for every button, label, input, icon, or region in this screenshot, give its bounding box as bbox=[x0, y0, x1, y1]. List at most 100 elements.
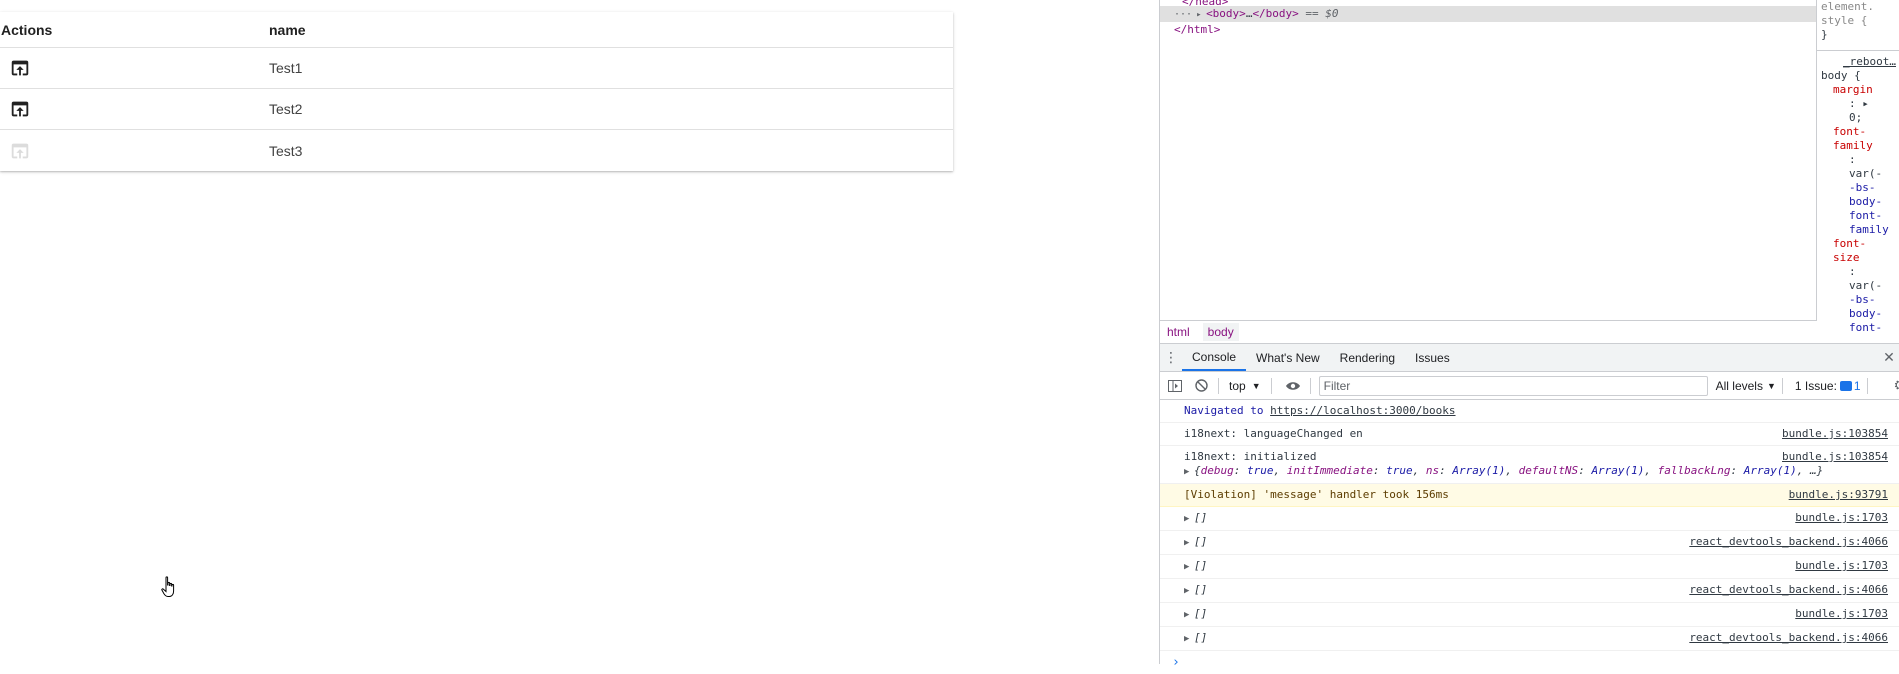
open-in-browser-icon[interactable] bbox=[9, 98, 31, 120]
object-open: { bbox=[1194, 464, 1201, 477]
table-row: Test3 bbox=[0, 130, 953, 171]
toolbar-separator bbox=[1866, 377, 1868, 394]
source-link[interactable]: bundle.js:1703 bbox=[1795, 607, 1888, 621]
breadcrumb-body[interactable]: body bbox=[1202, 323, 1239, 341]
expand-caret-icon[interactable]: ▶ bbox=[1184, 465, 1194, 479]
console-array-message[interactable]: ▶[] react_devtools_backend.js:4066 bbox=[1160, 579, 1899, 603]
source-link[interactable]: bundle.js:103854 bbox=[1782, 450, 1888, 464]
chevron-down-icon: ▼ bbox=[1251, 380, 1261, 391]
expand-caret-icon[interactable]: ▶ bbox=[1184, 608, 1194, 622]
log-levels-select[interactable]: All levels ▼ bbox=[1716, 379, 1776, 393]
message-text: i18next: initialized bbox=[1184, 450, 1317, 463]
expand-caret-icon[interactable]: ▶ bbox=[1184, 512, 1194, 526]
style-declaration-line: var(- bbox=[1849, 167, 1883, 180]
open-in-browser-icon[interactable] bbox=[9, 57, 31, 79]
tab-rendering[interactable]: Rendering bbox=[1330, 344, 1405, 371]
object-key: defaultNS bbox=[1518, 464, 1579, 477]
element-style-line2[interactable]: style { bbox=[1821, 14, 1899, 28]
object-value: Array(1) bbox=[1743, 464, 1797, 477]
console-message: i18next: initialized bundle.js:103854 ▶{… bbox=[1160, 446, 1899, 484]
expand-caret-icon[interactable]: ▶ bbox=[1184, 560, 1194, 574]
element-style-close: } bbox=[1821, 28, 1828, 41]
html-close-tag: </html> bbox=[1174, 23, 1221, 36]
source-link[interactable]: bundle.js:93791 bbox=[1789, 488, 1888, 502]
expand-caret-icon[interactable]: ▸ bbox=[1196, 7, 1206, 23]
expand-caret-icon[interactable]: ▶ bbox=[1184, 536, 1194, 550]
style-declaration-line: font- bbox=[1833, 237, 1867, 250]
selected-marker: == $0 bbox=[1305, 7, 1339, 20]
tab-issues[interactable]: Issues bbox=[1405, 344, 1460, 371]
issues-button[interactable]: 1 Issue: 1 bbox=[1795, 379, 1861, 393]
toolbar-separator bbox=[1270, 377, 1272, 394]
init-object-preview[interactable]: ▶ {debug: true, initImmediate: true, ns: … bbox=[1184, 464, 1888, 479]
style-declaration-line: size bbox=[1833, 251, 1860, 264]
navigated-url-link[interactable]: https://localhost:3000/books bbox=[1270, 404, 1455, 417]
console-messages: Navigated to https://localhost:3000/book… bbox=[1160, 400, 1899, 670]
gear-icon[interactable]: ⚙ bbox=[1893, 377, 1899, 394]
body-close-tag: </body> bbox=[1252, 7, 1299, 20]
chevron-down-icon: ▼ bbox=[1766, 380, 1776, 391]
style-declaration-line: 0; bbox=[1849, 111, 1863, 124]
array-preview: [] bbox=[1194, 631, 1208, 644]
style-declaration-line: font- bbox=[1849, 209, 1883, 222]
app-page: Actions name Test1 Test2 Test3 bbox=[0, 0, 1159, 664]
column-header-actions: Actions bbox=[1, 21, 53, 38]
console-array-message[interactable]: ▶[] bundle.js:1703 bbox=[1160, 603, 1899, 627]
console-warning: [Violation] 'message' handler took 156ms… bbox=[1160, 484, 1899, 507]
actions-cell bbox=[0, 57, 269, 79]
actions-cell bbox=[0, 140, 269, 162]
context-select-value: top bbox=[1229, 378, 1246, 393]
style-source-link[interactable]: _reboot… bbox=[1821, 55, 1899, 69]
table-row: Test2 bbox=[0, 89, 953, 130]
source-link[interactable]: bundle.js:1703 bbox=[1795, 511, 1888, 525]
books-table: Actions name Test1 Test2 Test3 bbox=[0, 12, 953, 171]
eye-icon[interactable] bbox=[1282, 375, 1304, 397]
issues-count: 1 bbox=[1853, 378, 1861, 393]
style-declaration-line: family bbox=[1849, 223, 1889, 236]
style-declarations: margin: ▸ 0; font-family: var(- -bs-body-fon… bbox=[1821, 83, 1899, 335]
style-declaration-line: font- bbox=[1833, 125, 1867, 138]
breadcrumb-html[interactable]: html bbox=[1167, 323, 1195, 341]
body-open-tag: <body> bbox=[1206, 7, 1246, 20]
style-declaration-line: family bbox=[1833, 139, 1873, 152]
tab-whats-new[interactable]: What's New bbox=[1246, 344, 1330, 371]
console-prompt[interactable]: › bbox=[1160, 651, 1899, 674]
style-declaration-line: : ▸ bbox=[1849, 97, 1869, 110]
array-preview: [] bbox=[1194, 535, 1208, 548]
expand-caret-icon[interactable]: ▶ bbox=[1184, 584, 1194, 598]
source-link[interactable]: bundle.js:103854 bbox=[1782, 427, 1888, 441]
tab-console[interactable]: Console bbox=[1182, 344, 1247, 371]
dom-node-body[interactable]: ··· ▸ <body>…</body> == $0 bbox=[1160, 6, 1816, 22]
console-toolbar: top ▼ All levels ▼ 1 Issue: 1 ⚙ bbox=[1160, 372, 1899, 400]
expand-caret-icon[interactable]: ▶ bbox=[1184, 632, 1194, 646]
sidebar-toggle-icon[interactable] bbox=[1164, 375, 1186, 397]
console-array-message[interactable]: ▶[] bundle.js:1703 bbox=[1160, 555, 1899, 579]
source-link[interactable]: react_devtools_backend.js:4066 bbox=[1689, 535, 1888, 549]
array-preview: [] bbox=[1194, 559, 1208, 572]
style-declaration-line: -bs- bbox=[1849, 181, 1876, 194]
context-select[interactable]: top ▼ bbox=[1225, 379, 1265, 393]
styles-pane: element. style { } _reboot… body { margi… bbox=[1817, 0, 1899, 343]
source-link[interactable]: react_devtools_backend.js:4066 bbox=[1689, 583, 1888, 597]
init-object-text: {debug: true, initImmediate: true, ns: A… bbox=[1194, 464, 1824, 477]
more-icon: ··· bbox=[1174, 9, 1193, 20]
array-preview: [] bbox=[1194, 583, 1208, 596]
name-cell: Test3 bbox=[269, 142, 303, 159]
chat-badge-icon bbox=[1839, 380, 1852, 391]
console-array-message[interactable]: ▶[] react_devtools_backend.js:4066 bbox=[1160, 531, 1899, 555]
array-messages: ▶[] bundle.js:1703 ▶[] react_devtools_backe… bbox=[1160, 507, 1899, 651]
array-preview: [] bbox=[1194, 511, 1208, 524]
kebab-menu-icon[interactable]: ⋮ bbox=[1160, 344, 1182, 371]
close-icon[interactable]: ✕ bbox=[1878, 344, 1899, 371]
filter-input[interactable] bbox=[1318, 375, 1708, 396]
clear-console-icon[interactable] bbox=[1190, 375, 1212, 397]
source-link[interactable]: react_devtools_backend.js:4066 bbox=[1689, 631, 1888, 645]
actions-cell bbox=[0, 98, 269, 120]
console-array-message[interactable]: ▶[] react_devtools_backend.js:4066 bbox=[1160, 627, 1899, 651]
log-levels-value: All levels bbox=[1715, 378, 1763, 393]
console-array-message[interactable]: ▶[] bundle.js:1703 bbox=[1160, 507, 1899, 531]
source-link[interactable]: bundle.js:1703 bbox=[1795, 559, 1888, 573]
toolbar-separator bbox=[1218, 377, 1219, 394]
drawer-tabbar: ⋮ Console What's New Rendering Issues ✕ bbox=[1160, 343, 1899, 372]
dom-node-html-close[interactable]: </html> bbox=[1160, 22, 1816, 38]
